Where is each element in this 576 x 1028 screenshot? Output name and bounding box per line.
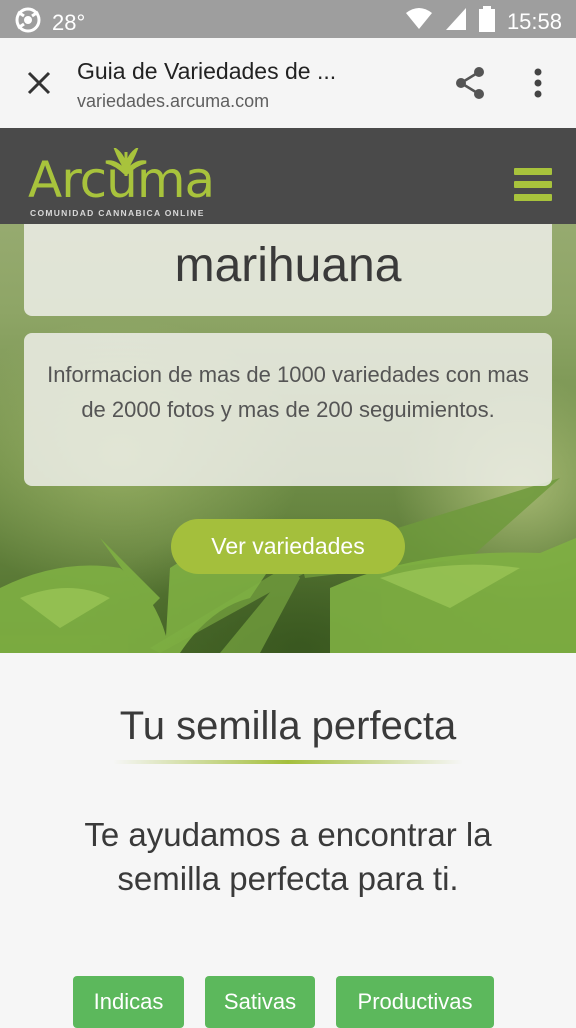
filter-productivas-button[interactable]: Productivas xyxy=(336,976,494,1028)
battery-icon xyxy=(478,6,495,37)
site-header: Arcuma COMUNIDAD CANNABICA ONLINE xyxy=(0,128,576,224)
share-icon[interactable] xyxy=(452,65,488,101)
hero-title-card: marihuana xyxy=(24,224,552,316)
section-divider xyxy=(113,760,463,764)
more-vert-icon[interactable] xyxy=(526,66,550,100)
section-title: Tu semilla perfecta xyxy=(119,704,457,748)
clock-text: 15:58 xyxy=(506,8,562,34)
hamburger-menu-icon[interactable] xyxy=(514,168,552,202)
signal-icon xyxy=(445,7,467,36)
logo-tagline: COMUNIDAD CANNABICA ONLINE xyxy=(30,208,205,218)
url-text[interactable]: variedades.arcuma.com xyxy=(77,91,269,112)
status-bar: 28° 15:58 xyxy=(0,0,576,38)
filter-sativas-button[interactable]: Sativas xyxy=(205,976,315,1028)
section-subtitle: Te ayudamos a encontrar la semilla perfe… xyxy=(84,816,492,897)
close-icon[interactable] xyxy=(22,66,56,100)
avast-icon xyxy=(14,6,42,39)
page-title: Guia de Variedades de ... xyxy=(77,58,337,84)
filter-indicas-button[interactable]: Indicas xyxy=(73,976,184,1028)
temperature-text: 28° xyxy=(52,9,86,35)
logo-text: Arcuma xyxy=(28,151,215,209)
ver-variedades-button[interactable]: Ver variedades xyxy=(171,519,405,574)
arcuma-logo[interactable]: Arcuma COMUNIDAD CANNABICA ONLINE xyxy=(28,148,218,218)
hero-description: Informacion de mas de 1000 variedades co… xyxy=(47,362,529,422)
browser-toolbar: Guia de Variedades de ... variedades.arc… xyxy=(0,38,576,129)
hero-title: marihuana xyxy=(174,239,402,292)
hero-description-card: Informacion de mas de 1000 variedades co… xyxy=(24,333,552,486)
wifi-icon xyxy=(405,7,433,36)
